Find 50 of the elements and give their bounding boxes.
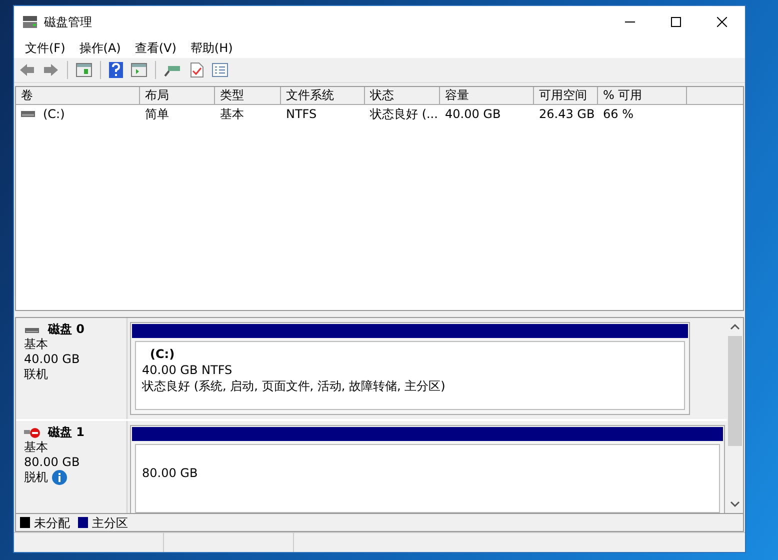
drive-icon <box>21 110 35 117</box>
legend-label: 未分配 <box>34 514 70 532</box>
help-button[interactable] <box>107 62 125 78</box>
window-title: 磁盘管理 <box>44 14 92 31</box>
disk-status: 脱机 <box>24 470 48 486</box>
menu-item[interactable]: 文件(F) <box>18 38 72 57</box>
column-header[interactable]: 可用空间 <box>534 86 598 104</box>
legend-label: 主分区 <box>92 514 128 532</box>
partition-block[interactable]: 80.00 GB <box>130 425 725 514</box>
disk-size: 80.00 GB <box>24 455 81 470</box>
disk-status: 联机 <box>24 367 48 382</box>
properties-button[interactable] <box>188 62 206 78</box>
info-icon <box>52 470 67 486</box>
disk-type: 基本 <box>24 337 49 352</box>
column-header[interactable]: 布局 <box>140 86 215 104</box>
table-cell-text: 简单 <box>145 106 169 123</box>
column-header[interactable]: 容量 <box>440 86 534 104</box>
table-cell-text: 状态良好 (... <box>370 106 438 123</box>
scroll-thumb[interactable] <box>728 336 742 446</box>
console-tree-button[interactable] <box>74 62 94 77</box>
disk-name: 磁盘 0 <box>48 322 85 338</box>
column-header[interactable]: 类型 <box>215 86 281 104</box>
list-button[interactable] <box>210 62 230 77</box>
column-header[interactable]: 状态 <box>365 86 440 104</box>
menu-item[interactable]: 查看(V) <box>128 38 184 57</box>
disk-type: 基本 <box>24 440 49 456</box>
scroll-down-icon[interactable] <box>730 499 740 510</box>
maximize-icon <box>671 17 681 27</box>
partition-size: 80.00 GB <box>142 465 199 482</box>
table-cell-text: 66 % <box>603 106 634 123</box>
disk-name: 磁盘 1 <box>48 425 85 440</box>
table-cell-text: (C:) <box>43 106 65 123</box>
column-header[interactable]: 卷 <box>16 86 140 104</box>
disk-management-icon <box>22 15 38 29</box>
close-icon <box>717 17 727 27</box>
action-pane-button[interactable] <box>129 62 149 77</box>
partition-block[interactable]: (C:) 40.00 GB NTFS 状态良好 (系统, 启动, 页面文件, 活动, 故障转储, 主分区) <box>130 322 690 416</box>
scroll-up-icon[interactable] <box>730 322 740 332</box>
table-cell-text: 26.43 GB <box>539 106 595 123</box>
partition-size: 40.00 GB NTFS <box>142 362 234 378</box>
partition-label: (C:) <box>149 346 176 362</box>
menu-item[interactable]: 操作(A) <box>72 38 128 57</box>
disk-size: 40.00 GB <box>24 352 81 368</box>
table-cell-text: NTFS <box>286 106 317 123</box>
table-cell-text: 40.00 GB <box>445 106 501 123</box>
partition-status: 状态良好 (系统, 启动, 页面文件, 活动, 故障转储, 主分区) <box>142 378 446 394</box>
column-header[interactable]: % 可用 <box>598 86 687 104</box>
table-cell-text: 基本 <box>220 106 244 123</box>
column-header[interactable]: 文件系统 <box>281 86 365 104</box>
menu-item[interactable]: 帮助(H) <box>183 38 240 57</box>
